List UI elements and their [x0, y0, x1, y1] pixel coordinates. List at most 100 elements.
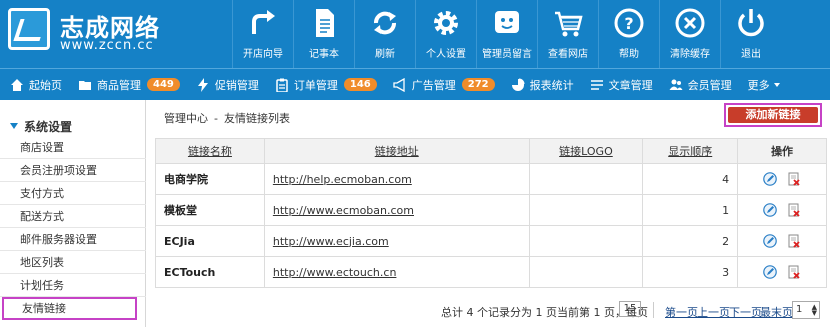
- subnav-orders[interactable]: 订单管理 146: [267, 69, 385, 101]
- delete-icon[interactable]: [787, 265, 801, 279]
- first-page-link[interactable]: 第一页: [665, 304, 698, 320]
- link-order[interactable]: 3: [642, 256, 739, 288]
- edit-icon[interactable]: [763, 172, 778, 186]
- delete-icon[interactable]: [787, 203, 801, 217]
- bolt-icon: [197, 77, 208, 92]
- logo[interactable]: 志成网络 www.zccn.cc: [0, 0, 232, 68]
- breadcrumb: 管理中心 - 友情链接列表: [164, 110, 290, 126]
- top-nav-messages[interactable]: 管理员留言: [476, 0, 537, 68]
- edit-icon[interactable]: [763, 203, 778, 217]
- link-url[interactable]: http://www.ecjia.com: [263, 225, 530, 257]
- sidebar-item-shipping[interactable]: 配送方式: [0, 205, 146, 228]
- sidebar-item-mail-server[interactable]: 邮件服务器设置: [0, 228, 146, 251]
- spinner-arrows-icon: ▲ ▼: [811, 303, 817, 317]
- top-nav-logout[interactable]: 退出: [720, 0, 781, 68]
- edit-icon[interactable]: [763, 234, 778, 248]
- subnav-goods[interactable]: 商品管理 449: [70, 69, 188, 101]
- link-url[interactable]: http://help.ecmoban.com: [263, 163, 530, 195]
- top-nav-guide-label: 开店向导: [243, 49, 283, 60]
- link-name: ECTouch: [155, 256, 265, 288]
- delete-icon[interactable]: [787, 172, 801, 186]
- sidebar-item-member-registration[interactable]: 会员注册项设置: [0, 159, 146, 182]
- page-select-value: 1: [796, 304, 803, 315]
- subnav-home[interactable]: 起始页: [0, 69, 70, 101]
- secondary-nav: 起始页 商品管理 449 促销管理 订单管理 146 广告管理 272 报表统计…: [0, 68, 830, 100]
- link-logo: [528, 163, 644, 195]
- subnav-ads[interactable]: 广告管理 272: [385, 69, 503, 101]
- top-nav-settings[interactable]: 个人设置: [415, 0, 476, 68]
- subnav-home-label: 起始页: [29, 78, 62, 92]
- col-header-name[interactable]: 链接名称: [155, 138, 265, 164]
- sidebar-item-cron[interactable]: 计划任务: [0, 274, 146, 297]
- top-nav: 开店向导 记事本 刷新 个人设置 管理员留言 查看网店 ? 帮助 清除缓存 退出: [232, 0, 781, 68]
- link-order[interactable]: 1: [642, 194, 739, 226]
- notepad-icon: [316, 9, 334, 37]
- page-select[interactable]: 1 ▲ ▼: [792, 301, 820, 319]
- shopping-cart-icon: [555, 11, 583, 37]
- per-page-input[interactable]: 15: [619, 301, 641, 317]
- link-name: 模板堂: [155, 194, 265, 226]
- subnav-orders-label: 订单管理: [293, 78, 338, 92]
- logo-mark-icon: [8, 8, 50, 50]
- subnav-reports[interactable]: 报表统计: [503, 69, 582, 101]
- home-icon: [11, 78, 23, 91]
- prev-page-link[interactable]: 上一页: [697, 304, 730, 320]
- top-nav-notepad[interactable]: 记事本: [293, 0, 354, 68]
- subnav-promotion[interactable]: 促销管理: [188, 69, 267, 101]
- col-header-url[interactable]: 链接地址: [263, 138, 530, 164]
- link-logo: [528, 256, 644, 288]
- link-order[interactable]: 4: [642, 163, 739, 195]
- row-actions: [737, 194, 827, 226]
- main-content: 管理中心 - 友情链接列表 添加新链接 链接名称 链接地址 链接LOGO 显示顺序 …: [147, 100, 830, 327]
- pagination: 总计 4 个记录分为 1 页当前第 1 页，每页 15 第一页 上一页 下一页 …: [147, 300, 830, 322]
- top-nav-refresh[interactable]: 刷新: [354, 0, 415, 68]
- clear-x-icon: [675, 8, 705, 38]
- megaphone-icon: [393, 77, 405, 92]
- power-icon: [738, 9, 764, 37]
- top-nav-clear-cache[interactable]: 清除缓存: [659, 0, 720, 68]
- edit-icon[interactable]: [763, 265, 778, 279]
- top-nav-help-label: 帮助: [619, 49, 639, 60]
- svg-text:?: ?: [624, 14, 633, 33]
- sidebar-item-payment[interactable]: 支付方式: [0, 182, 146, 205]
- breadcrumb-root[interactable]: 管理中心: [164, 112, 208, 125]
- row-actions: [737, 256, 827, 288]
- sidebar-item-shop-settings[interactable]: 商店设置: [0, 136, 146, 159]
- table-header-row: 链接名称 链接地址 链接LOGO 显示顺序 操作: [155, 138, 827, 164]
- last-page-link[interactable]: 最末页: [760, 304, 793, 320]
- link-order[interactable]: 2: [642, 225, 739, 257]
- top-nav-settings-label: 个人设置: [426, 49, 466, 60]
- chevron-down-icon: [773, 82, 780, 87]
- top-nav-view-shop-label: 查看网店: [548, 49, 588, 60]
- subnav-articles[interactable]: 文章管理: [582, 69, 661, 101]
- col-header-order[interactable]: 显示顺序: [642, 138, 739, 164]
- subnav-members-label: 会员管理: [687, 78, 732, 92]
- top-nav-notepad-label: 记事本: [309, 49, 339, 60]
- subnav-reports-label: 报表统计: [529, 78, 574, 92]
- sidebar-item-regions[interactable]: 地区列表: [0, 251, 146, 274]
- link-logo: [528, 194, 644, 226]
- link-url[interactable]: http://www.ecmoban.com: [263, 194, 530, 226]
- subnav-goods-badge: 449: [147, 78, 180, 91]
- top-nav-guide[interactable]: 开店向导: [232, 0, 293, 68]
- subnav-orders-badge: 146: [343, 78, 377, 91]
- links-table: 链接名称 链接地址 链接LOGO 显示顺序 操作 电商学院 http://hel…: [155, 138, 827, 288]
- add-link-button-highlight: 添加新链接: [724, 103, 822, 127]
- users-icon: [669, 79, 683, 90]
- subnav-more[interactable]: 更多: [740, 69, 788, 101]
- delete-icon[interactable]: [787, 234, 801, 248]
- table-row: 模板堂 http://www.ecmoban.com 1: [155, 194, 827, 226]
- sidebar-item-friend-links[interactable]: 友情链接: [2, 297, 137, 320]
- subnav-members[interactable]: 会员管理: [661, 69, 740, 101]
- sidebar-list: 商店设置 会员注册项设置 支付方式 配送方式 邮件服务器设置 地区列表 计划任务…: [0, 136, 146, 320]
- add-link-button[interactable]: 添加新链接: [728, 107, 818, 123]
- pagination-summary: 总计 4 个记录分为 1 页当前第 1 页，每页: [441, 306, 648, 319]
- col-header-actions: 操作: [737, 138, 827, 164]
- link-name: 电商学院: [155, 163, 265, 195]
- next-page-link[interactable]: 下一页: [729, 304, 762, 320]
- top-nav-help[interactable]: ? 帮助: [598, 0, 659, 68]
- link-url[interactable]: http://www.ectouch.cn: [263, 256, 530, 288]
- sidebar-section-title[interactable]: 系统设置: [10, 118, 72, 135]
- top-nav-view-shop[interactable]: 查看网店: [537, 0, 598, 68]
- col-header-logo[interactable]: 链接LOGO: [528, 138, 644, 164]
